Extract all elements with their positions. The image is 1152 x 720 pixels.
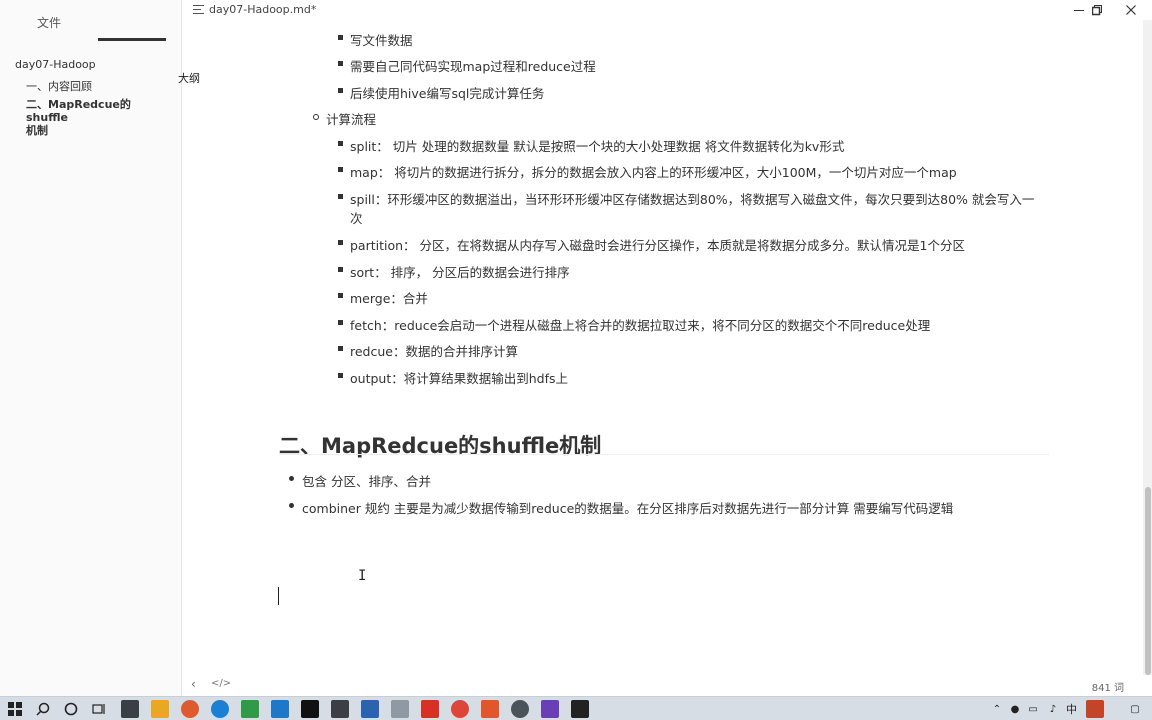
text-caret (278, 587, 279, 605)
task-view-icon[interactable] (90, 700, 108, 718)
scrollbar-thumb[interactable] (1145, 487, 1151, 675)
list-bullet (338, 240, 343, 245)
list-item: 写文件数据 (350, 33, 413, 48)
vscode-icon[interactable] (271, 700, 289, 718)
outline-item-day07[interactable]: day07-Hadoop (15, 58, 96, 71)
restore-icon (1092, 5, 1102, 16)
outline-item-shuffle[interactable]: 二、MapRedcue的shuffle 机制 (26, 98, 166, 137)
settings-icon[interactable] (391, 700, 409, 718)
close-icon (1126, 5, 1136, 15)
app-icon-purple[interactable] (541, 700, 559, 718)
mouse-ibeam-cursor: I (358, 568, 367, 584)
heading-divider (279, 454, 1049, 455)
notification-icon[interactable]: ▢ (1126, 700, 1144, 718)
active-tab-indicator (98, 38, 166, 41)
list-item-spill-wrap: 次 (350, 211, 363, 226)
outline-item-shuffle-line2: 机制 (26, 124, 48, 137)
vertical-scrollbar[interactable] (1143, 20, 1152, 675)
list-item-fetch: fetch：reduce会启动一个进程从磁盘上将合并的数据拉取过来，将不同分区的… (350, 318, 931, 333)
list-item-compute-flow: 计算流程 (326, 112, 377, 127)
list-bullet (338, 194, 343, 199)
list-item-sort: sort： 排序， 分区后的数据会进行排序 (350, 265, 570, 280)
list-bullet (338, 267, 343, 272)
typora-icon[interactable] (331, 700, 349, 718)
typora-window: 文件 大纲 day07-Hadoop 一、内容回顾 二、MapRedcue的sh… (0, 0, 1152, 720)
list-bullet (338, 61, 343, 66)
document-title: day07-Hadoop.md* (209, 3, 317, 16)
menu-icon[interactable] (193, 5, 204, 14)
list-bullet (338, 320, 343, 325)
windows-taskbar: ⌃ ● ▭ ♪ 中 ▢ (0, 696, 1152, 720)
list-item-merge: merge：合并 (350, 291, 428, 306)
restore-button[interactable] (1080, 0, 1116, 20)
list-bullet (338, 141, 343, 146)
app-icon-red[interactable] (421, 700, 439, 718)
search-icon[interactable] (34, 700, 52, 718)
list-bullet (338, 346, 343, 351)
app-icon-green[interactable] (241, 700, 259, 718)
xmind-icon[interactable] (481, 700, 499, 718)
list-bullet (338, 35, 343, 40)
sidebar: 文件 大纲 day07-Hadoop 一、内容回顾 二、MapRedcue的sh… (0, 0, 200, 696)
store-icon[interactable] (121, 700, 139, 718)
microphone-icon[interactable]: ● (1006, 700, 1024, 718)
status-bar: ‹ </> 841 词 (183, 675, 1152, 696)
cortana-icon[interactable] (62, 700, 80, 718)
editor-content[interactable]: 写文件数据 需要自己同代码实现map过程和reduce过程 后续使用hive编写… (183, 20, 1143, 675)
list-item: 后续使用hive编写sql完成计算任务 (350, 86, 545, 101)
network-icon[interactable]: ▭ (1024, 700, 1042, 718)
list-bullet (338, 88, 343, 93)
list-item-spill: spill：环形缓冲区的数据溢出，当环形环形缓冲区存储数据达到80%，将数据写入… (350, 192, 1035, 207)
app-icon-blue[interactable] (361, 700, 379, 718)
outline-item-review[interactable]: 一、内容回顾 (26, 78, 92, 94)
toggle-sidebar-button[interactable]: ‹ (191, 677, 196, 691)
app-icon-gray[interactable] (511, 700, 529, 718)
list-bullet (338, 167, 343, 172)
edge-icon[interactable] (211, 700, 229, 718)
volume-icon[interactable]: ♪ (1044, 700, 1062, 718)
list-item: 需要自己同代码实现map过程和reduce过程 (350, 59, 596, 74)
tab-files[interactable]: 文件 (16, 14, 82, 31)
windows-icon (8, 702, 22, 716)
file-explorer-icon[interactable] (151, 700, 169, 718)
title-bar: day07-Hadoop.md* (183, 0, 1152, 20)
pycharm-icon[interactable] (301, 700, 319, 718)
outline-item-shuffle-line1: 二、MapRedcue的shuffle (26, 98, 131, 124)
start-button[interactable] (6, 700, 24, 718)
list-item-combiner: combiner 规约 主要是为减少数据传输到reduce的数据量。在分区排序后… (302, 501, 954, 516)
list-item-contains: 包含 分区、排序、合并 (302, 474, 431, 489)
ime-indicator[interactable]: 中 (1066, 701, 1077, 717)
source-mode-button[interactable]: </> (211, 678, 231, 689)
list-bullet (289, 503, 294, 508)
list-item-output: output：将计算结果数据输出到hdfs上 (350, 371, 568, 386)
close-button[interactable] (1114, 0, 1150, 20)
list-bullet (338, 373, 343, 378)
list-bullet (313, 114, 319, 120)
list-item-split: split： 切片 处理的数据数量 默认是按照一个块的大小处理数据 将文件数据转… (350, 139, 845, 154)
app-icon-red-round[interactable] (451, 700, 469, 718)
list-bullet (289, 476, 294, 481)
sidebar-tabs: 文件 大纲 (0, 14, 200, 85)
section-heading: 二、MapRedcue的shuffle机制 (279, 434, 602, 458)
input-method-icon[interactable] (1086, 700, 1104, 718)
tray-chevron-icon[interactable]: ⌃ (988, 700, 1006, 718)
terminal-icon[interactable] (571, 700, 589, 718)
word-count[interactable]: 841 词 (1092, 679, 1124, 694)
chrome-icon[interactable] (181, 700, 199, 718)
list-item-map: map： 将切片的数据进行拆分，拆分的数据会放入内容上的环形缓冲区，大小100M… (350, 165, 957, 180)
list-bullet (338, 293, 343, 298)
list-item-partition: partition： 分区，在将数据从内存写入磁盘时会进行分区操作，本质就是将数… (350, 238, 965, 253)
list-item-reduce: redcue：数据的合并排序计算 (350, 344, 518, 359)
